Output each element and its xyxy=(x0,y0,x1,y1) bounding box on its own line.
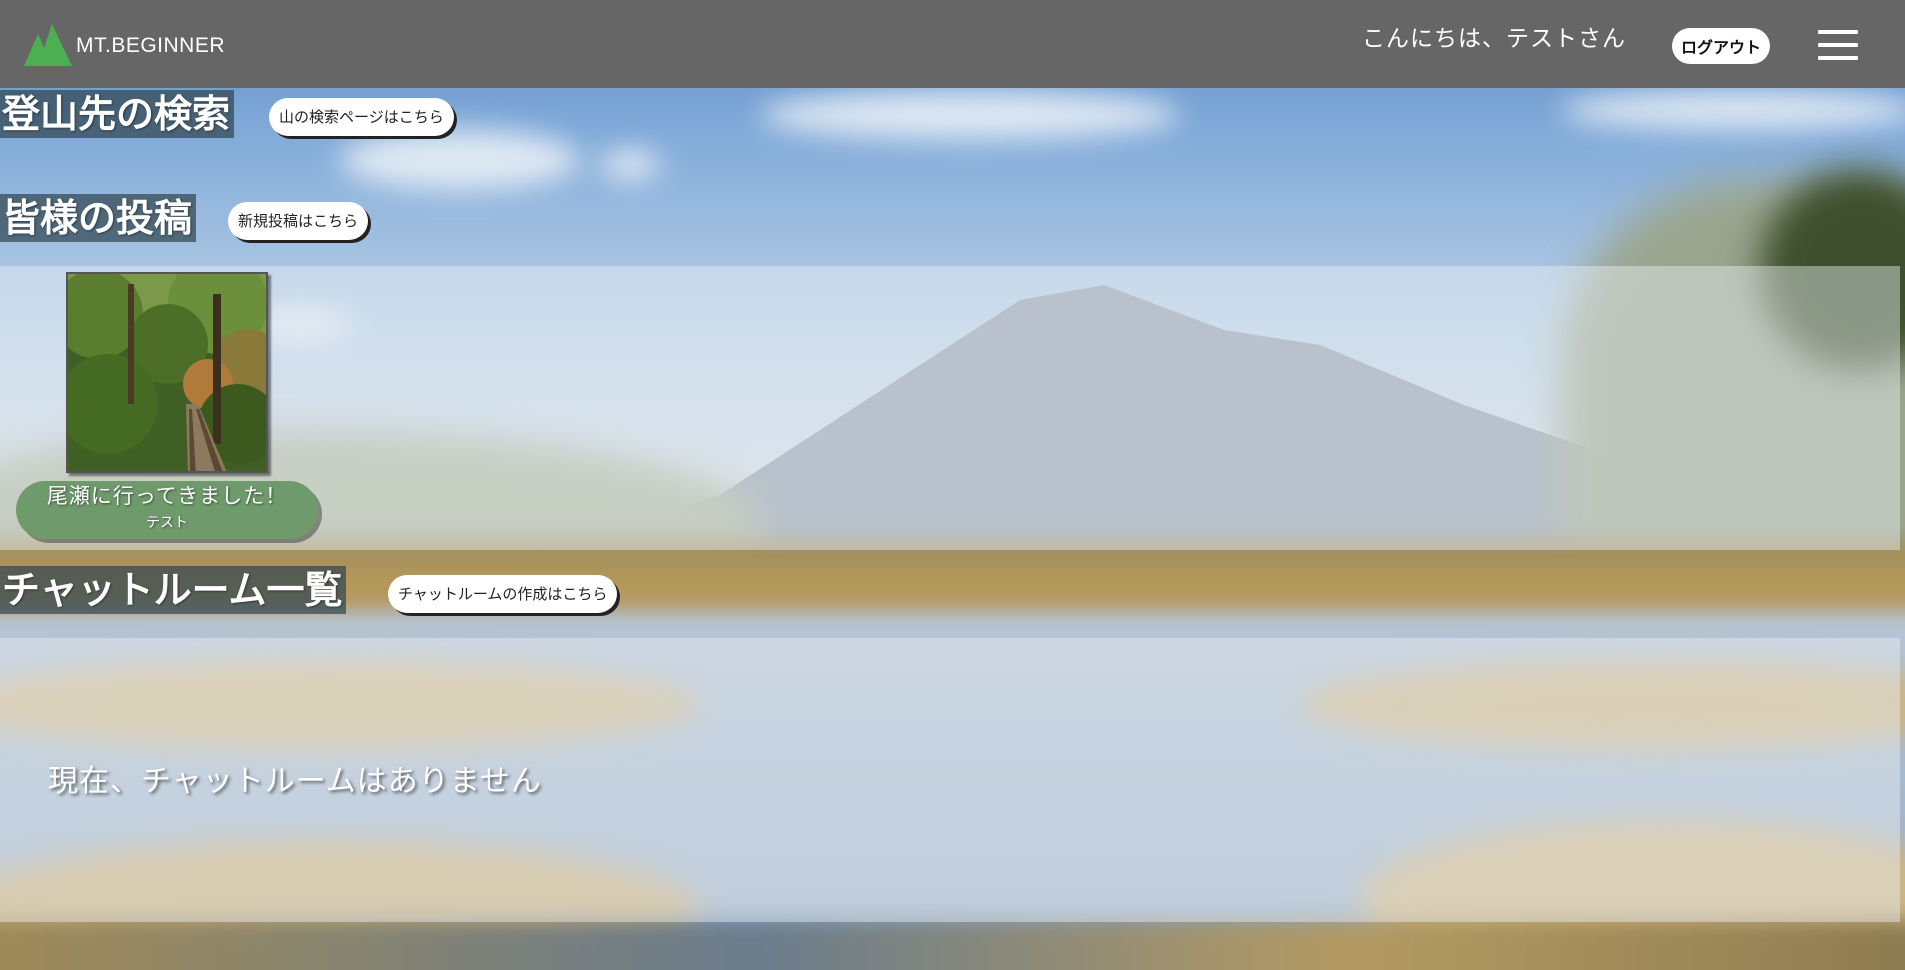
top-navbar: MT.BEGINNER こんにちは、テストさん ログアウト xyxy=(0,0,1905,88)
search-section-title: 登山先の検索 xyxy=(0,90,235,138)
post-author: テスト xyxy=(146,515,188,531)
hamburger-menu-icon[interactable] xyxy=(1818,28,1858,62)
posts-section-title: 皆様の投稿 xyxy=(0,194,197,242)
forest-boardwalk-photo xyxy=(68,274,266,471)
create-chat-room-button[interactable]: チャットルームの作成はこちら xyxy=(388,575,618,613)
post-title: 尾瀬に行ってきました！ xyxy=(46,484,288,508)
user-greeting: こんにちは、テストさん xyxy=(1362,26,1626,52)
post-thumbnail-image[interactable] xyxy=(66,272,268,473)
logo-link[interactable]: MT.BEGINNER xyxy=(24,24,225,66)
logo-text: MT.BEGINNER xyxy=(76,33,226,57)
no-chat-rooms-message: 現在、チャットルームはありません xyxy=(48,764,542,799)
mountain-logo-icon xyxy=(24,24,72,66)
post-title-badge[interactable]: 尾瀬に行ってきました！ テスト xyxy=(16,481,318,539)
mountain-search-button[interactable]: 山の検索ページはこちら xyxy=(269,98,454,136)
chat-section-title: チャットルーム一覧 xyxy=(0,566,347,614)
logout-button[interactable]: ログアウト xyxy=(1672,28,1770,64)
new-post-button[interactable]: 新規投稿はこちら xyxy=(228,202,369,240)
